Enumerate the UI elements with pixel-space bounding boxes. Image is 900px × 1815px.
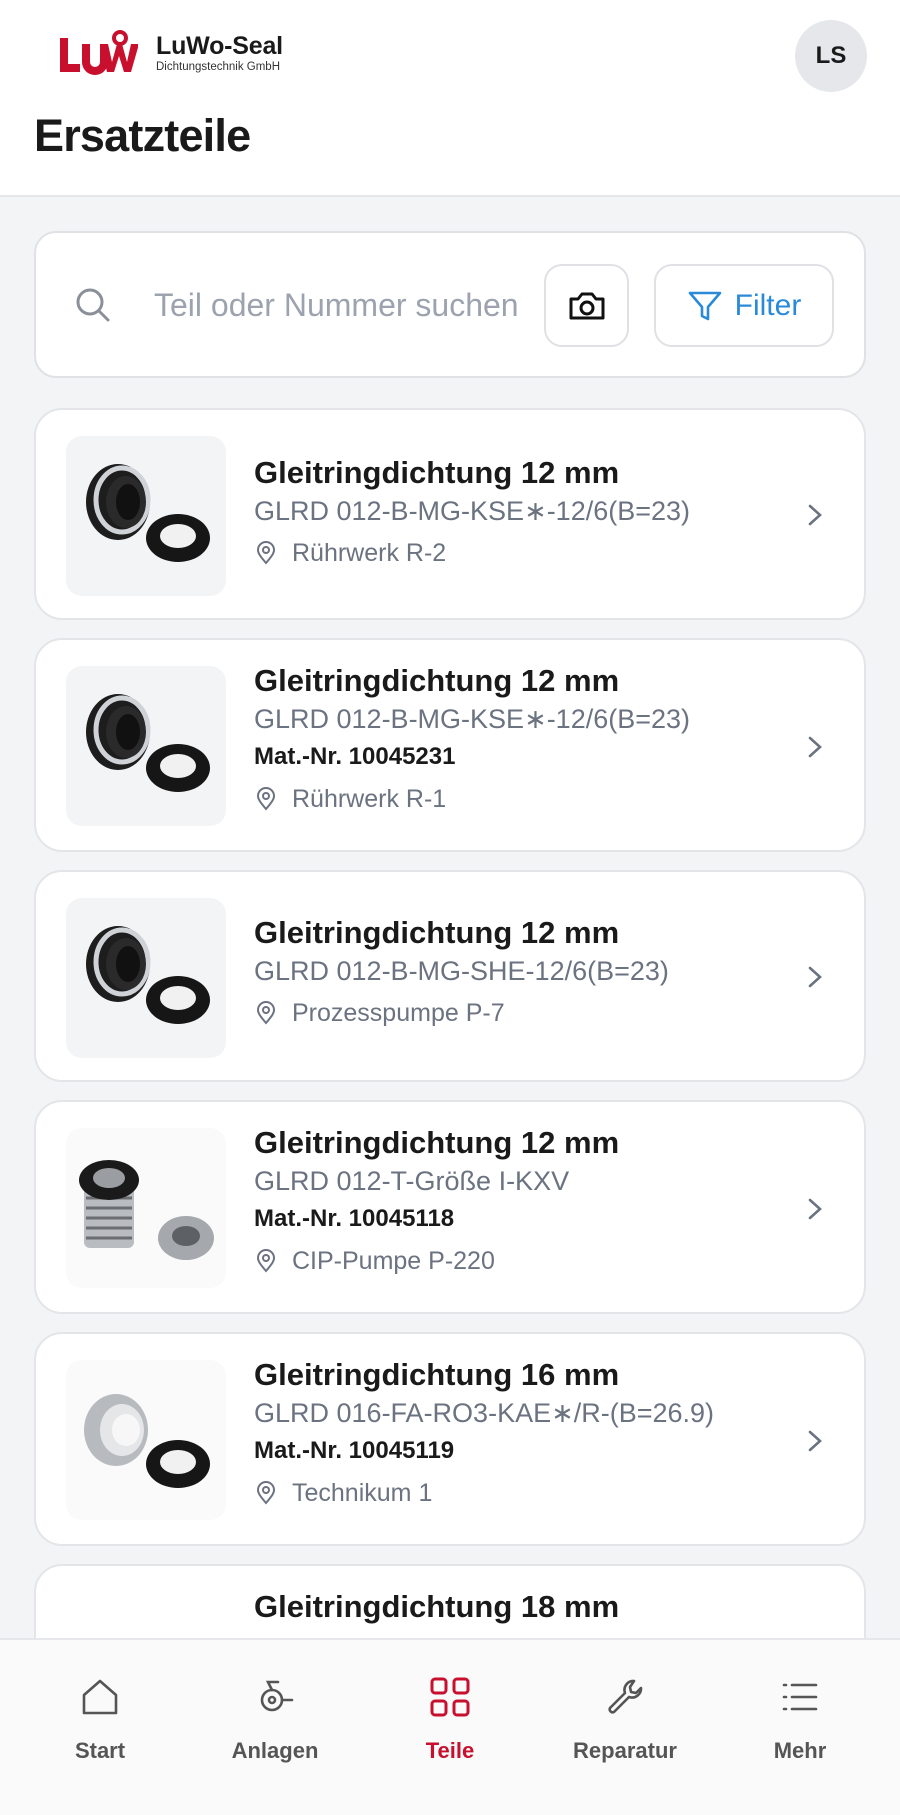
filter-icon xyxy=(688,291,721,320)
avatar[interactable]: LS xyxy=(795,20,867,92)
part-code: GLRD 012-B-MG-SHE-12/6(B=23) xyxy=(254,956,669,986)
location-pin-icon xyxy=(256,1481,276,1505)
part-location: Rührwerk R-1 xyxy=(254,780,784,818)
part-location-label: CIP-Pumpe P-220 xyxy=(292,1247,495,1275)
part-location: Technikum 1 xyxy=(254,1474,784,1512)
nav-anlagen[interactable]: Anlagen xyxy=(195,1676,355,1764)
part-title: Gleitringdichtung 16 mm xyxy=(254,1357,620,1392)
nav-mehr[interactable]: Mehr xyxy=(720,1676,880,1764)
machine-icon xyxy=(260,1680,294,1712)
part-location: Prozesspumpe P-7 xyxy=(254,994,784,1032)
location-pin-icon xyxy=(256,787,276,811)
part-code: GLRD 012-B-MG-KSE∗-12/6(B=23) xyxy=(254,496,691,526)
part-thumbnail xyxy=(66,436,226,596)
nav-label: Start xyxy=(74,1738,126,1763)
nav-teile[interactable]: Teile xyxy=(370,1676,530,1764)
list-item[interactable]: Gleitringdichtung 12 mm GLRD 012-T-Größe… xyxy=(34,1100,866,1314)
menu-icon xyxy=(782,1683,818,1711)
part-thumbnail xyxy=(66,1360,226,1520)
nav-label: Reparatur xyxy=(573,1738,677,1763)
camera-scan-button[interactable] xyxy=(544,264,629,347)
part-thumbnail xyxy=(66,1128,226,1288)
page-title: Ersatzteile xyxy=(34,110,251,161)
chevron-right-icon xyxy=(808,1198,822,1220)
wrench-icon xyxy=(608,1679,643,1714)
grid-icon xyxy=(430,1677,470,1717)
brand-name: LuWo-Seal xyxy=(156,32,283,61)
seal-image-icon xyxy=(86,464,210,562)
search-input[interactable] xyxy=(154,283,544,327)
seal-image-icon xyxy=(84,1394,210,1488)
nav-start[interactable]: Start xyxy=(20,1676,180,1764)
seal-image-icon xyxy=(86,926,210,1024)
nav-label: Anlagen xyxy=(231,1738,319,1763)
nav-label: Teile xyxy=(425,1738,475,1763)
list-item[interactable]: Gleitringdichtung 12 mm GLRD 012-B-MG-SH… xyxy=(34,870,866,1082)
nav-reparatur[interactable]: Reparatur xyxy=(545,1676,705,1764)
chevron-right-icon xyxy=(808,736,822,758)
search-icon xyxy=(76,288,110,322)
nav-label: Mehr xyxy=(773,1738,827,1763)
part-title: Gleitringdichtung 12 mm xyxy=(254,663,620,698)
filter-button[interactable]: Filter xyxy=(654,264,834,347)
part-thumbnail xyxy=(66,898,226,1058)
camera-icon xyxy=(569,292,604,319)
search-bar: Filter xyxy=(34,231,866,378)
seal-image-icon xyxy=(79,1160,214,1260)
bottom-navigation: Start Anlagen Teile Reparatur Mehr xyxy=(0,1638,900,1815)
brand-subtitle: Dichtungstechnik GmbH xyxy=(156,61,280,74)
part-title: Gleitringdichtung 12 mm xyxy=(254,1125,620,1160)
chevron-right-icon xyxy=(808,504,822,526)
logo-mark-icon xyxy=(60,30,138,75)
part-thumbnail xyxy=(66,666,226,826)
part-location: Rührwerk R-2 xyxy=(254,534,784,572)
location-pin-icon xyxy=(256,1001,276,1025)
part-location-label: Rührwerk R-1 xyxy=(292,785,447,813)
part-title: Gleitringdichtung 18 mm xyxy=(254,1589,620,1624)
seal-image-icon xyxy=(86,694,210,792)
part-location-label: Rührwerk R-2 xyxy=(292,539,447,567)
part-material-number: Mat.-Nr. 10045118 xyxy=(254,1205,455,1232)
part-title: Gleitringdichtung 12 mm xyxy=(254,915,620,950)
part-location-label: Prozesspumpe P-7 xyxy=(292,999,505,1027)
part-location: CIP-Pumpe P-220 xyxy=(254,1242,784,1280)
part-title: Gleitringdichtung 12 mm xyxy=(254,455,620,490)
app-header: LuWo-Seal Dichtungstechnik GmbH LS Ersat… xyxy=(0,0,900,197)
part-code: GLRD 012-T-Größe I-KXV xyxy=(254,1166,570,1196)
list-item[interactable]: Gleitringdichtung 12 mm GLRD 012-B-MG-KS… xyxy=(34,638,866,852)
location-pin-icon xyxy=(256,541,276,565)
part-material-number: Mat.-Nr. 10045231 xyxy=(254,743,456,770)
part-code: GLRD 016-FA-RO3-KAE∗/R-(B=26.9) xyxy=(254,1398,715,1428)
parts-list: Gleitringdichtung 12 mm GLRD 012-B-MG-KS… xyxy=(34,408,866,1796)
list-item[interactable]: Gleitringdichtung 12 mm GLRD 012-B-MG-KS… xyxy=(34,408,866,620)
brand-logo[interactable]: LuWo-Seal Dichtungstechnik GmbH xyxy=(58,30,283,78)
list-item[interactable]: Gleitringdichtung 16 mm GLRD 016-FA-RO3-… xyxy=(34,1332,866,1546)
part-material-number: Mat.-Nr. 10045119 xyxy=(254,1437,455,1464)
chevron-right-icon xyxy=(808,1430,822,1452)
part-code: GLRD 012-B-MG-KSE∗-12/6(B=23) xyxy=(254,704,691,734)
chevron-right-icon xyxy=(808,966,822,988)
filter-label: Filter xyxy=(734,288,802,322)
home-icon xyxy=(82,1679,118,1715)
location-pin-icon xyxy=(256,1249,276,1273)
part-location-label: Technikum 1 xyxy=(292,1479,433,1507)
